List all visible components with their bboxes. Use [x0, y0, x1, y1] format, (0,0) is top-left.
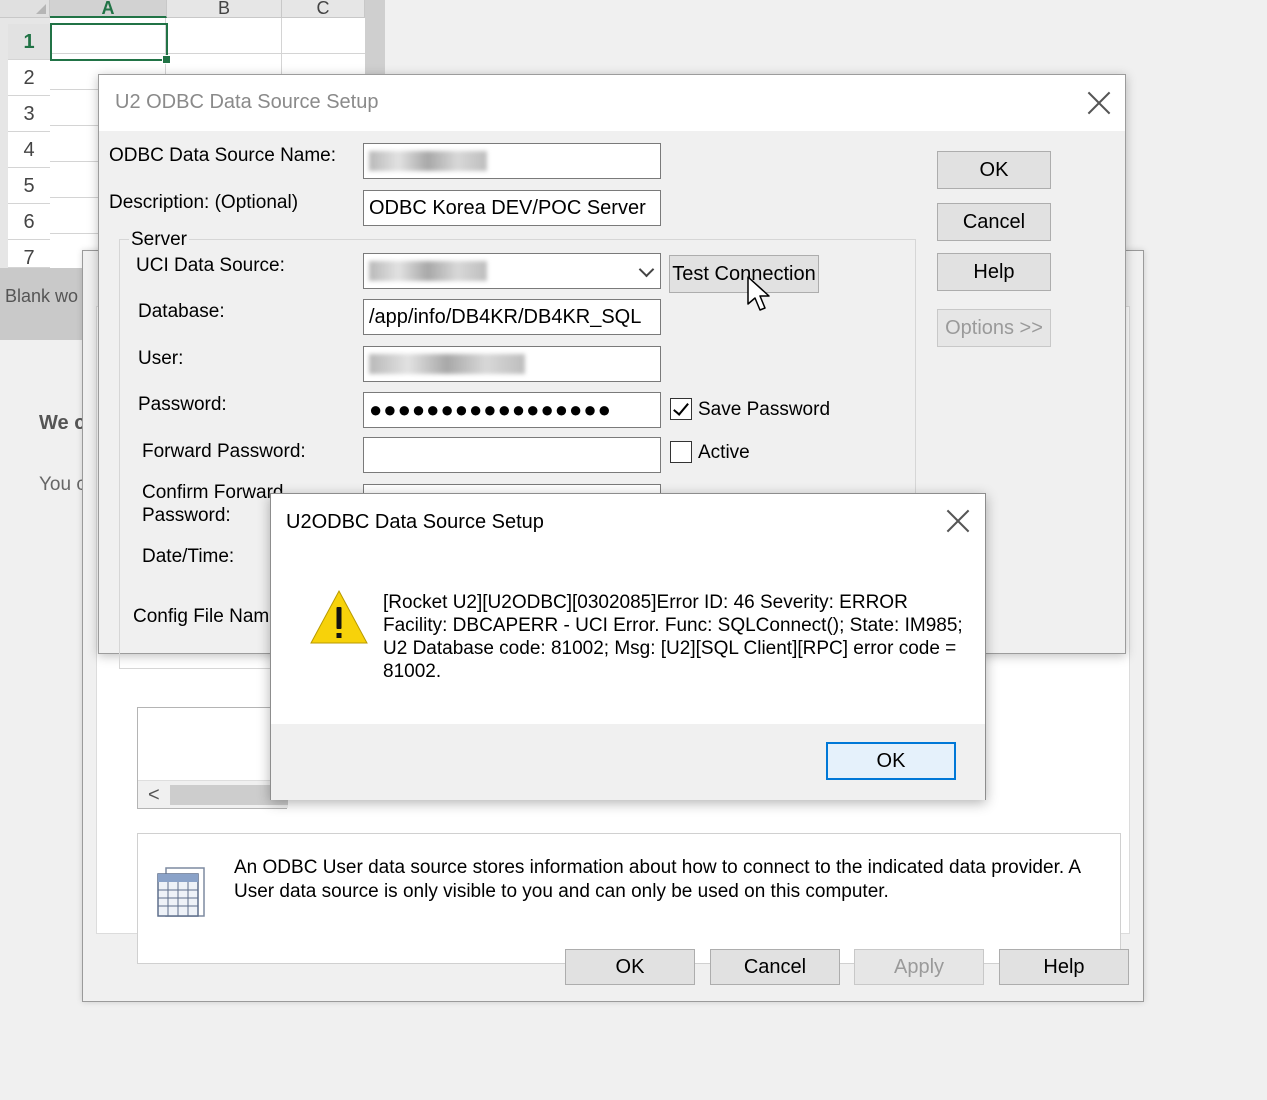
horizontal-scrollbar[interactable]: <: [138, 780, 288, 808]
error-message-text: [Rocket U2][U2ODBC][0302085]Error ID: 46…: [383, 592, 963, 682]
redacted-dsn: [369, 151, 487, 171]
database-input[interactable]: /app/info/DB4KR/DB4KR_SQL: [363, 299, 661, 335]
admin-cancel-button[interactable]: Cancel: [710, 949, 840, 985]
description-label: Description: (Optional): [109, 192, 299, 213]
redacted-uci: [369, 261, 487, 281]
user-input[interactable]: [363, 346, 661, 382]
row-header-6[interactable]: 6: [8, 204, 50, 240]
password-input[interactable]: ●●●●●●●●●●●●●●●●●: [363, 392, 661, 428]
error-close-icon[interactable]: [945, 508, 971, 534]
error-ok-button[interactable]: OK: [826, 742, 956, 780]
row-header-7[interactable]: 7: [8, 240, 50, 269]
row-header-4[interactable]: 4: [8, 132, 50, 168]
row-header-2[interactable]: 2: [8, 60, 50, 96]
server-group-label: Server: [129, 229, 189, 251]
select-all-corner[interactable]: [0, 0, 50, 18]
active-checkbox[interactable]: [670, 441, 692, 463]
row-header-1[interactable]: 1: [8, 24, 50, 60]
options-button[interactable]: Options >>: [937, 309, 1051, 347]
save-password-label[interactable]: Save Password: [698, 399, 830, 421]
chevron-down-icon[interactable]: [638, 261, 655, 278]
test-connection-button[interactable]: Test Connection: [669, 255, 819, 293]
dsn-label: ODBC Data Source Name:: [109, 145, 337, 166]
background-text: You c: [39, 474, 86, 495]
data-source-document-icon: [157, 867, 205, 917]
config-file-label: Config File Name: [133, 606, 280, 627]
row-header-5[interactable]: 5: [8, 168, 50, 204]
uci-label: UCI Data Source:: [136, 255, 285, 276]
column-header-a[interactable]: A: [50, 0, 167, 18]
blank-workbook-label[interactable]: Blank wo: [5, 286, 78, 307]
info-box: An ODBC User data source stores informat…: [137, 833, 1121, 964]
column-header-c[interactable]: C: [282, 0, 365, 18]
row-header-3[interactable]: 3: [8, 96, 50, 132]
setup-titlebar: U2 ODBC Data Source Setup: [99, 75, 1125, 131]
uci-data-source-select[interactable]: [363, 253, 661, 289]
mouse-cursor-icon: [747, 276, 770, 311]
scroll-left-icon[interactable]: <: [148, 784, 160, 807]
redacted-user: [369, 354, 525, 374]
password-label: Password:: [138, 394, 227, 415]
column-header-b[interactable]: B: [167, 0, 282, 18]
forward-password-label: Forward Password:: [142, 441, 306, 462]
setup-ok-button[interactable]: OK: [937, 151, 1051, 189]
error-dialog-title: U2ODBC Data Source Setup: [286, 511, 544, 533]
database-label: Database:: [138, 301, 225, 322]
setup-help-button[interactable]: Help: [937, 253, 1051, 291]
warning-icon: [310, 589, 368, 644]
admin-help-button[interactable]: Help: [999, 949, 1129, 985]
info-text: An ODBC User data source stores informat…: [234, 857, 1080, 902]
background-heading: We c: [39, 412, 86, 434]
active-label[interactable]: Active: [698, 442, 750, 464]
dsn-input[interactable]: [363, 143, 661, 179]
setup-title: U2 ODBC Data Source Setup: [115, 91, 379, 113]
confirm-forward-label: Confirm Forward Password:: [142, 482, 284, 526]
description-input[interactable]: ODBC Korea DEV/POC Server: [363, 190, 661, 226]
setup-close-icon[interactable]: [1086, 90, 1112, 116]
error-dialog-footer: OK: [271, 724, 985, 800]
forward-password-input[interactable]: [363, 437, 661, 473]
datetime-label: Date/Time:: [142, 546, 235, 567]
active-cell-a1[interactable]: [50, 23, 171, 64]
setup-cancel-button[interactable]: Cancel: [937, 203, 1051, 241]
error-message-dialog: U2ODBC Data Source Setup [Rocket U2][U2O…: [270, 493, 986, 800]
user-label: User:: [138, 348, 184, 369]
save-password-checkbox[interactable]: [670, 398, 692, 420]
admin-ok-button[interactable]: OK: [565, 949, 695, 985]
admin-apply-button[interactable]: Apply: [854, 949, 984, 985]
